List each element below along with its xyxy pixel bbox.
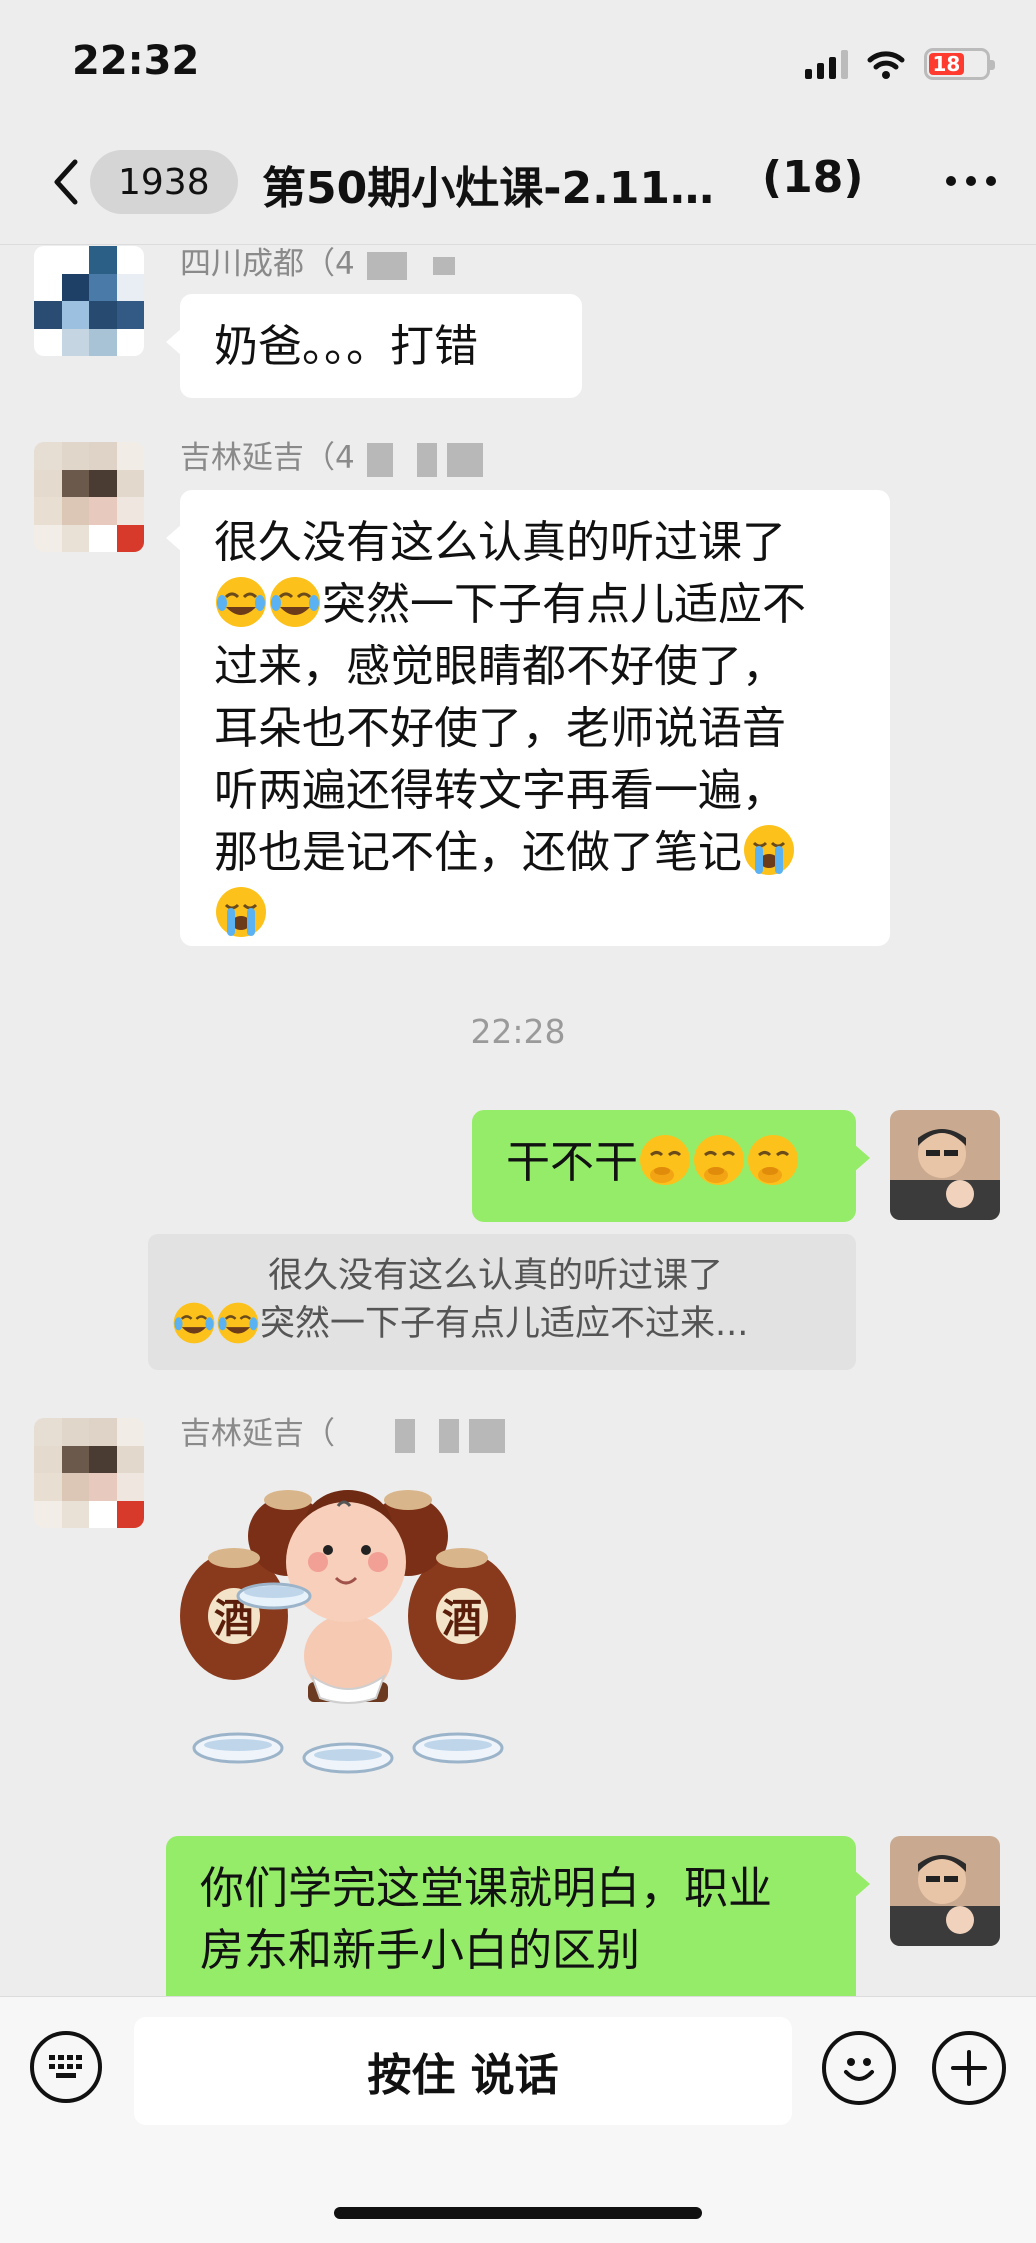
avatar[interactable] [890, 1110, 1000, 1220]
crying-emoji [214, 885, 268, 939]
avatar[interactable] [34, 442, 144, 552]
quote-line-1: 很久没有这么认真的听过课了 [268, 1256, 724, 1296]
quote-line-2: 突然一下子有点儿适应不过来... [260, 1304, 749, 1344]
svg-text:酒: 酒 [442, 1595, 482, 1642]
message-text: 你们学完这堂课就明白，职业 房东和新手小白的区别 [200, 1863, 772, 1976]
tearful-laugh-emoji [268, 575, 322, 629]
sender-name: 四川成都（4 [180, 246, 455, 283]
crying-emoji [742, 823, 796, 877]
more-actions-button[interactable] [932, 2031, 1006, 2105]
wifi-icon [867, 51, 905, 79]
tearful-laugh-emoji [216, 1301, 260, 1345]
more-options-button[interactable] [946, 176, 996, 186]
battery-level: 18 [929, 52, 964, 76]
input-bar: 按住 说话 [0, 1996, 1036, 2243]
avatar[interactable] [890, 1836, 1000, 1946]
message-bubble[interactable]: 你们学完这堂课就明白，职业 房东和新手小白的区别 [166, 1836, 870, 1996]
unread-count-badge[interactable]: 1938 [90, 150, 238, 214]
plus-icon [951, 2050, 987, 2086]
message-text: 奶爸。。。打错 [214, 321, 478, 372]
baby-drinking-wine-sticker[interactable]: 酒 酒 [178, 1466, 518, 1782]
emoji-button[interactable] [822, 2031, 896, 2105]
status-bar: 22:32 18 [0, 0, 1036, 120]
chat-header: 1938 第50期小灶课-2.11… (18) [0, 120, 1036, 245]
keyboard-toggle-button[interactable] [30, 2031, 102, 2103]
status-time: 22:32 [72, 38, 200, 84]
home-indicator[interactable] [334, 2207, 702, 2219]
member-count: (18) [762, 152, 864, 203]
quoted-message[interactable]: 很久没有这么认真的听过课了 突然一下子有点儿适应不过来... [148, 1234, 856, 1370]
sender-name: 吉林延吉（ [180, 1408, 505, 1453]
keyboard-icon [49, 2055, 82, 2078]
message-text: 干不干 [506, 1137, 638, 1188]
tearful-laugh-emoji [214, 575, 268, 629]
shushing-emoji [638, 1133, 692, 1187]
message-list[interactable]: 四川成都（4 奶爸。。。打错 吉林延吉（4 很久没有这么认真的听过课了 突然一下… [0, 246, 1036, 1996]
back-button[interactable] [36, 150, 96, 214]
message-text: 很久没有这么认真的听过课了 突然一下子有点儿适应不 过来，感觉眼睛都不好使了， … [214, 512, 856, 946]
sender-name: 吉林延吉（4 [180, 432, 483, 477]
avatar[interactable] [34, 246, 144, 356]
cellular-signal-icon [805, 49, 848, 79]
time-separator: 22:28 [470, 1012, 566, 1051]
tearful-laugh-emoji [172, 1301, 216, 1345]
shushing-emoji [692, 1133, 746, 1187]
message-bubble[interactable]: 很久没有这么认真的听过课了 突然一下子有点儿适应不 过来，感觉眼睛都不好使了， … [166, 490, 890, 946]
chat-title: 第50期小灶课-2.11… [262, 163, 715, 214]
avatar[interactable] [34, 1418, 144, 1528]
message-bubble[interactable]: 奶爸。。。打错 [166, 294, 582, 398]
shushing-emoji [746, 1133, 800, 1187]
battery-icon: 18 [924, 48, 995, 80]
smiley-icon [844, 2058, 874, 2081]
chevron-left-icon [54, 159, 78, 205]
status-icons: 18 [805, 44, 995, 84]
hold-to-talk-button[interactable]: 按住 说话 [134, 2017, 792, 2125]
message-bubble[interactable]: 干不干 [472, 1110, 870, 1222]
